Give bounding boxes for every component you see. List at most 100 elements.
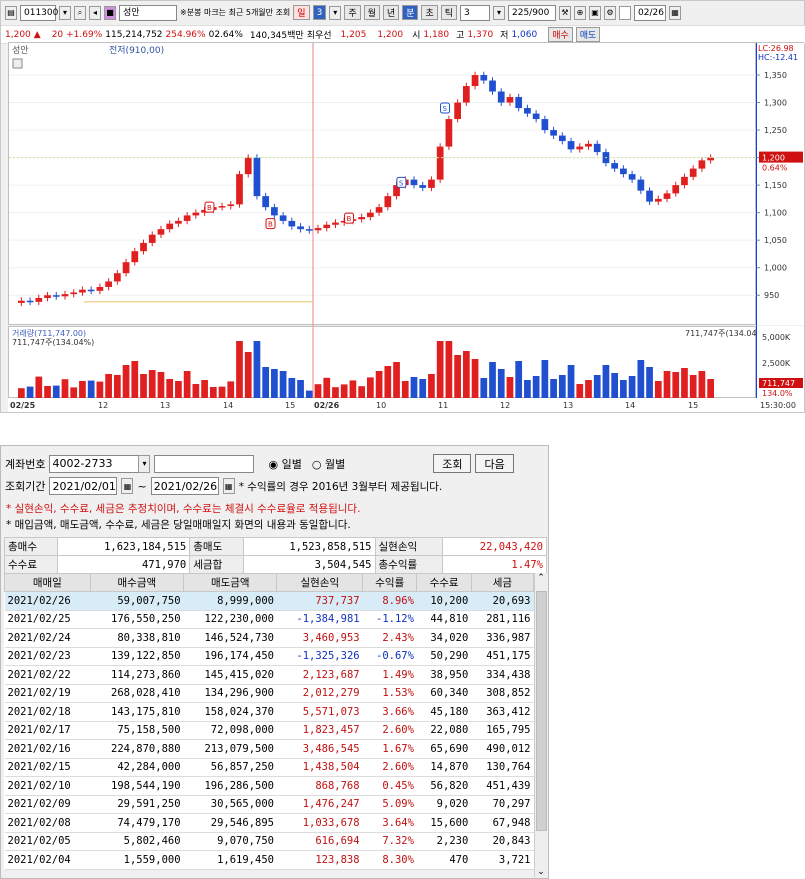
fee-label: 수수료 — [3, 555, 59, 574]
volume-bar — [262, 367, 270, 399]
candle — [637, 179, 645, 191]
scroll-thumb[interactable] — [536, 591, 547, 831]
volume-right-label: 711,747주(134.04%) — [685, 329, 757, 338]
candle — [585, 143, 592, 147]
table-row[interactable]: 2021/02/16 224,870,880 213,079,500 3,486,54… — [4, 739, 534, 759]
table-cell: 3,486,545 — [276, 739, 363, 759]
period-day-tab[interactable]: 일 — [293, 5, 310, 20]
table-row[interactable]: 2021/02/23 139,122,850 196,174,450 -1,325,3… — [4, 647, 534, 666]
candle — [113, 273, 121, 282]
table-cell: 29,546,895 — [183, 813, 277, 833]
account-select[interactable]: 4002-2733 — [49, 454, 140, 473]
candle — [183, 215, 191, 221]
table-row[interactable]: 2021/02/04 1,559,000 1,619,450 123,838 8.30%… — [4, 850, 534, 870]
turnover: 02.64% — [208, 29, 243, 40]
table-row[interactable]: 2021/02/08 74,479,170 29,546,895 1,033,678 3… — [4, 813, 534, 833]
column-header[interactable]: 세금 — [470, 573, 535, 592]
next-button[interactable]: 다음 — [475, 454, 514, 473]
candle — [52, 295, 60, 297]
column-header[interactable]: 실현손익 — [276, 573, 364, 592]
checkbox-icon[interactable] — [619, 5, 631, 20]
prev-next-icon[interactable]: ◂ — [89, 5, 101, 20]
table-cell: 2.60% — [362, 758, 417, 777]
table-row[interactable]: 2021/02/22 114,273,860 145,415,020 2,123,68… — [4, 665, 534, 685]
period-num[interactable]: 3 — [312, 5, 327, 20]
table-row[interactable]: 2021/02/24 80,338,810 146,524,730 3,460,953… — [4, 628, 534, 648]
menu-icon[interactable]: ▤ — [5, 5, 17, 20]
stock-code-input[interactable]: 011300 — [20, 4, 58, 21]
table-scrollbar[interactable]: ⌃ ⌄ — [534, 573, 547, 877]
date-from-input[interactable]: 2021/02/01 — [49, 477, 118, 495]
period-year-tab[interactable]: 년 — [382, 5, 400, 20]
table-row[interactable]: 2021/02/25 176,550,250 122,230,000 -1,384,9… — [4, 610, 534, 629]
volume-bar — [384, 366, 392, 399]
settings-icon[interactable]: ⚙ — [604, 5, 616, 20]
volume-bar — [79, 381, 86, 399]
calendar-to-icon[interactable]: ▦ — [222, 478, 235, 494]
query-button[interactable]: 조회 — [433, 454, 472, 473]
radio-daily[interactable]: ◉ 일별 — [268, 456, 301, 472]
period-tick-tab[interactable]: 틱 — [440, 5, 457, 20]
column-header[interactable]: 매도금액 — [183, 573, 278, 592]
volume-plot[interactable]: 거래량(711,747.00) 711,747주(134.04%) 711,74… — [8, 326, 767, 399]
x-tick-label: 10 — [376, 401, 386, 410]
interval-select[interactable]: 3 — [460, 4, 490, 21]
price-axis-svg: LC:26.98 HC:-12.41 950 1,000 1,050 1,100 1,1… — [755, 43, 803, 326]
table-cell: 75,158,500 — [90, 721, 184, 740]
candle — [524, 108, 531, 114]
column-header[interactable]: 수수료 — [416, 573, 472, 592]
table-cell: 2.43% — [362, 628, 417, 648]
column-header[interactable]: 수익률 — [362, 573, 418, 592]
calendar-from-icon[interactable]: ▦ — [121, 478, 134, 494]
period-second-tab[interactable]: 초 — [421, 5, 438, 20]
count-field[interactable]: 225/900 — [508, 4, 556, 21]
radio-monthly[interactable]: ○ 월별 — [312, 456, 345, 472]
sell-button[interactable]: 매도 — [575, 27, 601, 42]
price-plot[interactable]: 성안 전저(910,00) B S B S B — [8, 42, 757, 326]
volume-title: 거래량(711,747.00) — [12, 328, 86, 338]
period-minute-tab[interactable]: 분 — [402, 5, 419, 20]
date-to-input[interactable]: 2021/02/26 — [150, 477, 219, 495]
candle — [35, 297, 43, 302]
volume-bar — [480, 378, 488, 399]
scroll-down-icon[interactable]: ⌄ — [535, 867, 547, 877]
period-dropdown-icon[interactable]: ▾ — [329, 5, 342, 20]
period-week-tab[interactable]: 주 — [344, 5, 361, 20]
table-cell: -1,384,981 — [276, 610, 363, 629]
candle — [297, 226, 304, 230]
table-row[interactable]: 2021/02/18 143,175,810 158,024,370 5,571,07… — [4, 702, 534, 722]
stock-name-field[interactable]: 성안 — [119, 4, 177, 21]
volume-bar — [140, 374, 147, 399]
table-row[interactable]: 2021/02/10 198,544,190 196,286,500 868,768 0… — [4, 776, 534, 796]
interval-dropdown-icon[interactable]: ▾ — [493, 5, 505, 20]
bid-price: 1,200 — [377, 29, 404, 40]
table-row[interactable]: 2021/02/05 5,802,460 9,070,750 616,694 7.32%… — [4, 832, 534, 851]
table-row[interactable]: 2021/02/26 59,007,750 8,999,000 737,737 8.96… — [4, 591, 534, 611]
table-row[interactable]: 2021/02/09 29,591,250 30,565,000 1,476,247 5… — [4, 795, 534, 814]
table-row[interactable]: 2021/02/19 268,028,410 134,296,900 2,012,27… — [4, 684, 534, 703]
scroll-up-icon[interactable]: ⌃ — [535, 573, 547, 583]
chart-tool-icon[interactable]: ⚒ — [559, 5, 571, 20]
search-icon[interactable]: ⌕ — [74, 5, 86, 20]
zoom-icon[interactable]: ⊕ — [574, 5, 586, 20]
date-field[interactable]: 02/26 — [634, 4, 666, 21]
column-header[interactable]: 매매일 — [4, 573, 91, 592]
stock-type-icon: ■ — [104, 5, 116, 20]
table-row[interactable]: 2021/02/15 42,284,000 56,857,250 1,438,504 2… — [4, 758, 534, 777]
total-buy-label: 총매수 — [3, 537, 59, 556]
hint-text: ※분봉 마크는 최근 5개월만 조회 — [180, 8, 291, 17]
volume-bar — [419, 379, 427, 399]
table-cell: 38,950 — [416, 665, 472, 685]
buy-button[interactable]: 매수 — [548, 27, 573, 42]
account-dropdown-icon[interactable]: ▾ — [138, 454, 151, 473]
candle — [454, 102, 461, 120]
account-name-field[interactable] — [154, 454, 255, 473]
candle — [593, 143, 601, 153]
save-icon[interactable]: ▣ — [589, 5, 601, 20]
period-month-tab[interactable]: 월 — [363, 5, 380, 20]
column-header[interactable]: 매수금액 — [89, 573, 185, 592]
expand-icon[interactable] — [12, 58, 23, 69]
calendar-icon[interactable]: ▦ — [669, 5, 681, 20]
dropdown-icon[interactable]: ▾ — [59, 5, 71, 20]
table-row[interactable]: 2021/02/17 75,158,500 72,098,000 1,823,457 2… — [4, 721, 534, 740]
